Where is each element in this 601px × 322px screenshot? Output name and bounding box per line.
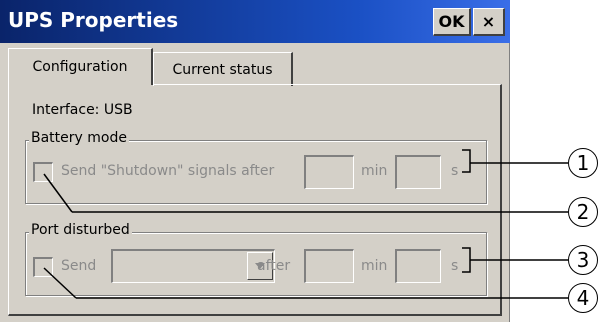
callout-2: 2 [568,197,598,227]
callout-3: 3 [568,245,598,275]
callout-1: 1 [568,148,598,178]
callout-4: 4 [568,283,598,313]
tab-configuration[interactable]: Configuration [8,48,153,85]
